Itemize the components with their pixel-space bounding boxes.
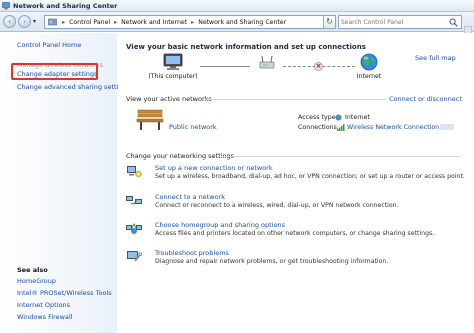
navigation-bar: ‹ › ▾ ▸ Control Panel ▸ Network and Inte… bbox=[0, 12, 474, 42]
wireless-connection-link[interactable]: Wireless Network Connection bbox=[347, 124, 439, 131]
sidebar-item-control-panel-home[interactable]: Control Panel Home bbox=[17, 41, 81, 49]
bench-icon bbox=[136, 109, 164, 130]
map-label-internet: Internet bbox=[356, 73, 382, 80]
map-label-this-computer: (This computer) bbox=[148, 73, 198, 80]
recent-pages-dropdown-icon[interactable]: ▾ bbox=[33, 18, 36, 25]
search-box[interactable] bbox=[338, 15, 462, 29]
breadcrumb-item[interactable]: Network and Sharing Center bbox=[198, 19, 286, 26]
map-node-this-computer[interactable]: (This computer) bbox=[148, 53, 198, 80]
task-title[interactable]: Troubleshoot problems bbox=[155, 249, 229, 257]
task-title[interactable]: Set up a new connection or network bbox=[155, 164, 273, 172]
change-settings-heading: Change your networking settings bbox=[126, 152, 235, 160]
connections-label: Connections: bbox=[298, 124, 340, 131]
sidebar-item-internet-options[interactable]: Internet Options bbox=[17, 301, 70, 309]
back-button[interactable]: ‹ bbox=[3, 15, 16, 28]
task-title[interactable]: Connect to a network bbox=[155, 193, 225, 201]
x-icon: × bbox=[314, 62, 323, 71]
new-connection-icon bbox=[127, 166, 142, 178]
window-title: Network and Sharing Center bbox=[13, 2, 118, 10]
access-type-label: Access type: bbox=[298, 114, 338, 121]
active-networks-heading: View your active networks bbox=[126, 95, 212, 103]
router-icon bbox=[259, 55, 275, 69]
control-panel-icon bbox=[48, 18, 57, 26]
task-title[interactable]: Choose homegroup and sharing options bbox=[155, 221, 285, 229]
sidebar-item-intel-proset[interactable]: Intel® PROSet/Wireless Tools bbox=[17, 289, 112, 297]
access-type-value: Internet bbox=[345, 114, 371, 121]
see-full-map-link[interactable]: See full map bbox=[415, 54, 456, 62]
connect-network-icon bbox=[126, 196, 142, 205]
highlight-annotation bbox=[11, 63, 98, 80]
breadcrumb-item[interactable]: Control Panel bbox=[69, 19, 110, 26]
map-node-router[interactable] bbox=[254, 54, 280, 74]
breadcrumb-item[interactable]: Network and Internet bbox=[121, 19, 187, 26]
globe-icon bbox=[335, 114, 342, 121]
section-divider bbox=[204, 99, 386, 100]
map-node-internet[interactable]: Internet bbox=[354, 53, 384, 80]
task-description: Access files and printers located on oth… bbox=[155, 230, 435, 237]
globe-icon bbox=[360, 53, 378, 71]
search-input[interactable] bbox=[341, 17, 445, 27]
see-also-heading: See also bbox=[17, 266, 48, 274]
sidebar-item-change-advanced-sharing[interactable]: Change advanced sharing settings bbox=[17, 83, 130, 91]
title-bar: Network and Sharing Center bbox=[0, 0, 474, 12]
refresh-button[interactable]: ↻ bbox=[323, 15, 336, 29]
forward-button[interactable]: › bbox=[18, 15, 31, 28]
map-connector bbox=[200, 66, 250, 67]
network-center-icon bbox=[2, 2, 10, 10]
sidebar-item-homegroup[interactable]: HomeGroup bbox=[17, 277, 56, 285]
main-content: View your basic network information and … bbox=[118, 33, 474, 333]
search-icon[interactable] bbox=[449, 18, 458, 27]
task-description: Diagnose and repair network problems, or… bbox=[155, 258, 389, 265]
sidebar-item-windows-firewall[interactable]: Windows Firewall bbox=[17, 313, 73, 321]
page-title: View your basic network information and … bbox=[126, 43, 366, 51]
troubleshoot-icon bbox=[127, 251, 142, 262]
homegroup-icon bbox=[126, 222, 142, 234]
address-bar[interactable]: ▸ Control Panel ▸ Network and Internet ▸… bbox=[44, 15, 330, 29]
signal-icon bbox=[337, 124, 345, 131]
section-divider bbox=[221, 156, 461, 157]
connect-or-disconnect-link[interactable]: Connect or disconnect bbox=[389, 95, 462, 103]
breadcrumb: ▸ Control Panel ▸ Network and Internet ▸… bbox=[62, 19, 287, 26]
computer-icon bbox=[163, 53, 183, 70]
network-category-link[interactable]: Public network bbox=[169, 123, 217, 131]
task-description: Connect or reconnect to a wireless, wire… bbox=[155, 202, 399, 209]
redacted-block bbox=[440, 124, 455, 130]
task-description: Set up a wireless, broadband, dial-up, a… bbox=[155, 173, 465, 180]
sidebar: Control Panel Home Manage wireless netwo… bbox=[0, 33, 130, 333]
connections-value[interactable]: Wireless Network Connection bbox=[347, 124, 455, 131]
